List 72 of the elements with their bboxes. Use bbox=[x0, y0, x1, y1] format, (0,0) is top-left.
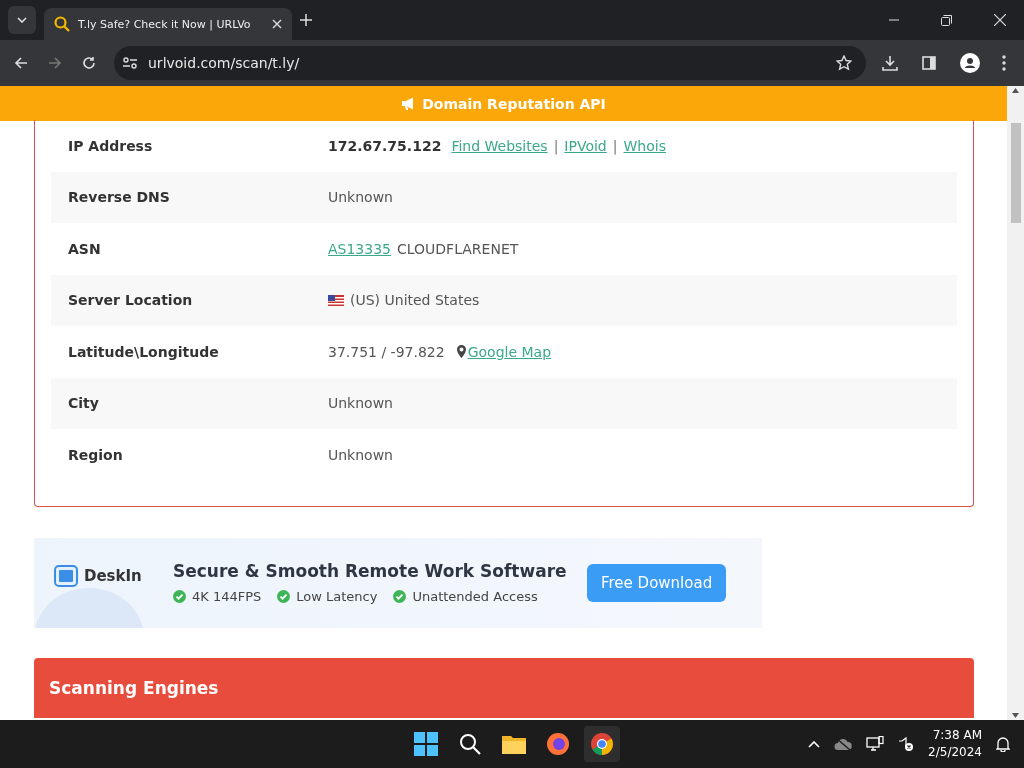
forward-arrow-icon[interactable] bbox=[48, 56, 62, 70]
search-icon bbox=[459, 733, 481, 755]
ad-headline: Secure & Smooth Remote Work Software bbox=[173, 561, 568, 581]
check-icon bbox=[277, 590, 291, 603]
flag-icon bbox=[328, 294, 344, 306]
folder-icon bbox=[502, 734, 526, 754]
value-text: 37.751 / -97.822 bbox=[328, 343, 445, 360]
row-label: Latitude\Longitude bbox=[68, 343, 220, 360]
menu-icon[interactable] bbox=[1002, 55, 1006, 71]
scroll-down-icon[interactable] bbox=[1012, 713, 1019, 718]
search-icon bbox=[54, 16, 70, 32]
chrome-button[interactable] bbox=[584, 726, 620, 762]
date-text: 2/5/2024 bbox=[928, 744, 982, 761]
separator-text: | bbox=[612, 137, 618, 154]
brand-name: DeskIn bbox=[84, 566, 142, 585]
side-panel-icon[interactable] bbox=[922, 56, 936, 70]
map-pin-icon bbox=[456, 345, 466, 359]
scrollbar-thumb[interactable] bbox=[1010, 123, 1021, 223]
network-icon[interactable] bbox=[866, 736, 885, 752]
feature-text: Low Latency bbox=[296, 589, 378, 604]
ip-address-text: 172.67.75.122 bbox=[328, 137, 442, 154]
row-label: City bbox=[68, 395, 100, 412]
link[interactable]: Whois bbox=[623, 137, 666, 154]
chrome-logo-icon bbox=[590, 732, 614, 756]
new-tab-icon[interactable] bbox=[300, 14, 312, 26]
back-arrow-icon[interactable] bbox=[14, 56, 28, 70]
link[interactable]: AS13335 bbox=[328, 240, 391, 257]
link[interactable]: IPVoid bbox=[564, 137, 607, 154]
chevron-up-icon[interactable] bbox=[808, 740, 821, 748]
system-clock[interactable]: 7:38 AM 2/5/2024 bbox=[928, 727, 982, 761]
ad-banner[interactable]: DeskIn Secure & Smooth Remote Work Software 4K 144FPS Low Latency Unattended Access Free Download bbox=[34, 537, 762, 628]
profile-icon[interactable] bbox=[960, 53, 980, 73]
scroll-up-icon[interactable] bbox=[1012, 88, 1019, 93]
row-label: Reverse DNS bbox=[68, 189, 171, 206]
close-icon[interactable] bbox=[272, 19, 282, 29]
monitor-logo-icon bbox=[54, 564, 78, 587]
scrollbar[interactable] bbox=[1007, 86, 1024, 720]
link[interactable]: Google Map bbox=[467, 343, 552, 360]
address-bar[interactable]: urlvoid.com/scan/t.ly/ bbox=[114, 46, 866, 80]
api-banner[interactable]: Domain Reputation API bbox=[0, 86, 1007, 121]
browser-tab[interactable]: T.ly Safe? Check it Now | URLVo bbox=[44, 8, 292, 40]
star-icon[interactable] bbox=[836, 55, 852, 71]
bell-icon[interactable] bbox=[996, 736, 1010, 752]
link[interactable]: Find Websites bbox=[451, 137, 548, 154]
fox-globe-icon bbox=[546, 732, 570, 756]
value-text: CLOUDFLARENET bbox=[397, 240, 519, 257]
time-text: 7:38 AM bbox=[932, 727, 982, 744]
feature-text: 4K 144FPS bbox=[192, 589, 262, 604]
row-label: IP Address bbox=[68, 137, 154, 154]
site-settings-icon[interactable] bbox=[122, 56, 138, 70]
separator-text: | bbox=[553, 137, 559, 154]
row-label: ASN bbox=[68, 240, 102, 257]
row-label: Server Location bbox=[68, 292, 194, 309]
check-icon bbox=[173, 590, 186, 603]
section-title: Scanning Engines bbox=[49, 677, 219, 698]
row-label: Region bbox=[68, 446, 124, 463]
banner-text: Domain Reputation API bbox=[422, 95, 606, 112]
reload-icon[interactable] bbox=[82, 56, 96, 70]
value-text: (US) United States bbox=[350, 292, 480, 309]
chevron-down-icon bbox=[17, 17, 27, 23]
feature-text: Unattended Access bbox=[412, 589, 538, 604]
cloud-off-icon[interactable] bbox=[834, 737, 853, 751]
free-download-button[interactable]: Free Download bbox=[587, 563, 727, 602]
close-icon[interactable] bbox=[994, 14, 1006, 26]
download-icon[interactable] bbox=[882, 55, 898, 71]
check-icon bbox=[393, 590, 407, 603]
value-text: Unknown bbox=[328, 189, 393, 206]
value-text: Unknown bbox=[328, 446, 393, 463]
value-text: Unknown bbox=[328, 395, 393, 412]
restore-icon[interactable] bbox=[941, 14, 952, 26]
windows-logo-icon bbox=[414, 732, 438, 756]
tab-search-button[interactable] bbox=[8, 6, 36, 34]
